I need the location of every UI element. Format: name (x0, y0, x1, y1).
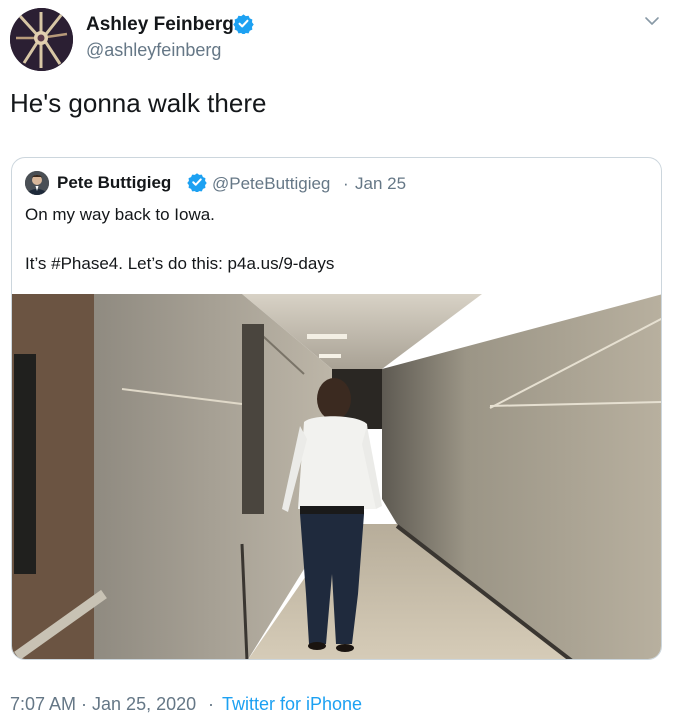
quoted-tweet-date[interactable]: Jan 25 (355, 174, 406, 194)
quoted-author-name[interactable]: Pete Buttigieg (57, 173, 171, 193)
tweet-timestamp[interactable]: 7:07 AM · Jan 25, 2020 (10, 694, 196, 715)
verified-badge-icon (187, 173, 207, 192)
author-avatar[interactable] (10, 8, 73, 71)
quoted-tweet-card[interactable]: Pete Buttigieg @PeteButtigieg · Jan 25 O… (11, 157, 662, 660)
tweet-source-link[interactable]: Twitter for iPhone (222, 694, 362, 715)
author-name[interactable]: Ashley Feinberg (86, 14, 234, 36)
quoted-author-handle[interactable]: @PeteButtigieg (212, 174, 330, 194)
tweet-text: He's gonna walk there (10, 88, 267, 118)
separator-dot: · (343, 174, 349, 193)
verified-badge-icon (233, 14, 254, 34)
quoted-tweet-text-line: It’s #Phase4. Let’s do this: p4a.us/9-da… (25, 254, 335, 273)
tweet: Ashley Feinberg @ashleyfeinberg He's gon… (0, 0, 680, 727)
chevron-down-icon[interactable] (643, 12, 661, 30)
quoted-tweet-text-line: On my way back to Iowa. (25, 205, 215, 224)
quoted-avatar-image (25, 171, 49, 195)
author-handle[interactable]: @ashleyfeinberg (86, 40, 221, 61)
quoted-tweet-photo[interactable] (12, 294, 662, 660)
quoted-author-avatar[interactable] (25, 171, 49, 195)
avatar-image (10, 8, 73, 71)
separator-dot: · (208, 694, 214, 714)
